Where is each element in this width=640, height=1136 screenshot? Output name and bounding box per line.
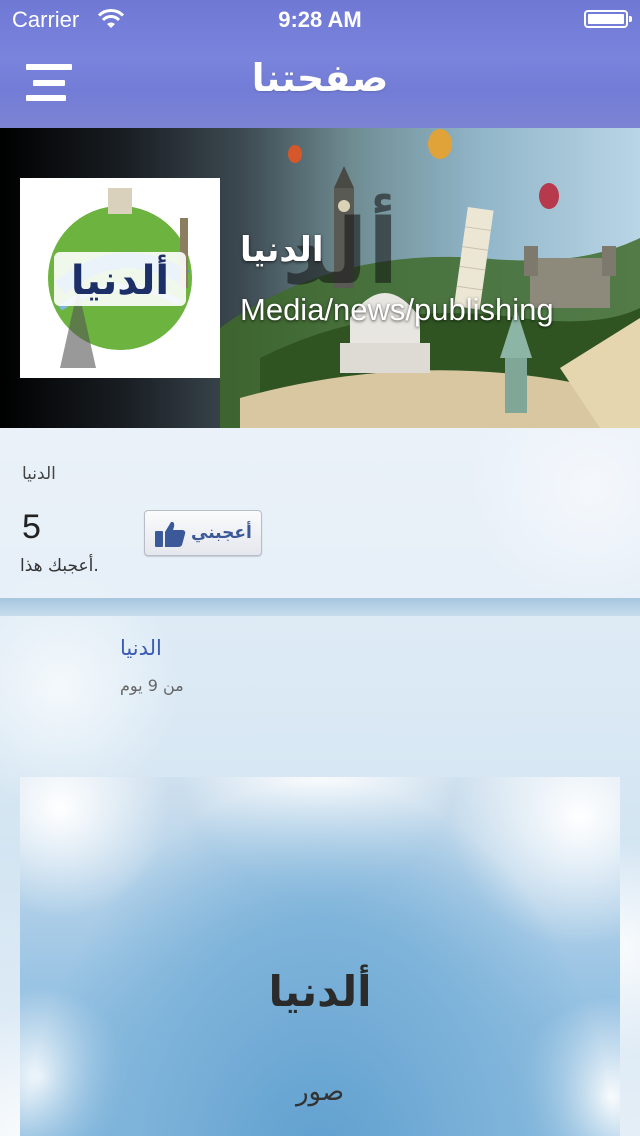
status-bar: Carrier 9:28 AM	[0, 0, 640, 40]
like-box: الدنيا 5 أعجبك هذا. أعجبني	[0, 428, 640, 598]
like-count: 5	[22, 508, 41, 546]
cover-page-name[interactable]: الدنيا	[240, 230, 323, 270]
cover-page-category: Media/news/publishing	[240, 292, 554, 327]
post-timestamp: من 9 يوم	[120, 676, 184, 695]
battery-icon	[584, 10, 632, 28]
post-author[interactable]: الدنيا	[120, 636, 162, 660]
post-image[interactable]: ألدنيا صور	[20, 777, 620, 1136]
like-caption: أعجبك هذا.	[20, 556, 99, 576]
post-image-title: ألدنيا	[268, 967, 372, 1016]
thumbs-up-icon	[155, 521, 186, 547]
like-button-label: أعجبني	[191, 523, 252, 543]
section-divider	[0, 598, 640, 616]
like-button[interactable]: أعجبني	[144, 510, 262, 556]
page-title: صفحتنا	[251, 56, 389, 100]
feed-post: الدنيا من 9 يوم ألدنيا صور	[0, 616, 640, 1136]
logo-text: ألدنيا	[71, 254, 169, 304]
cover-photo: ألد ألدنيا الدنيا Media/news/publishing	[0, 128, 640, 428]
page-profile-picture[interactable]: ألدنيا	[20, 178, 220, 378]
post-image-subtitle: صور	[295, 1077, 345, 1107]
like-box-page-name: الدنيا	[22, 464, 56, 484]
clock: 9:28 AM	[278, 7, 362, 32]
navigation-bar: Carrier 9:28 AM صفحتنا	[0, 0, 640, 128]
